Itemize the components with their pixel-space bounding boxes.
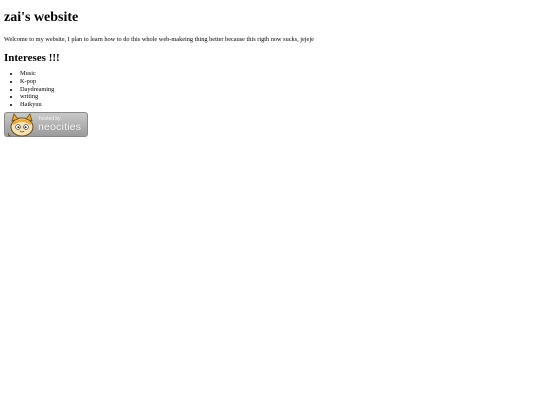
list-item: Haikyuu <box>20 101 536 109</box>
list-item: K-pop <box>20 78 536 86</box>
neocities-cat-icon <box>7 112 34 137</box>
intro-paragraph: Welcome to my website, I plan to learn h… <box>4 35 314 43</box>
interests-list: Music K-pop Daydreaming writing Haikyuu <box>4 70 536 108</box>
list-item: Music <box>20 70 536 78</box>
list-item: Daydreaming <box>20 86 536 94</box>
interests-heading: Intereses !!! <box>4 51 60 64</box>
page-content: zai's website Welcome to my website, I p… <box>0 0 540 142</box>
neocities-badge-link[interactable]: hosted by neocities <box>4 111 88 137</box>
neocities-badge: hosted by neocities <box>4 111 88 137</box>
list-item: writing <box>20 93 536 101</box>
site-title: zai's website <box>4 10 79 25</box>
badge-brand-label: neocities <box>38 120 82 133</box>
